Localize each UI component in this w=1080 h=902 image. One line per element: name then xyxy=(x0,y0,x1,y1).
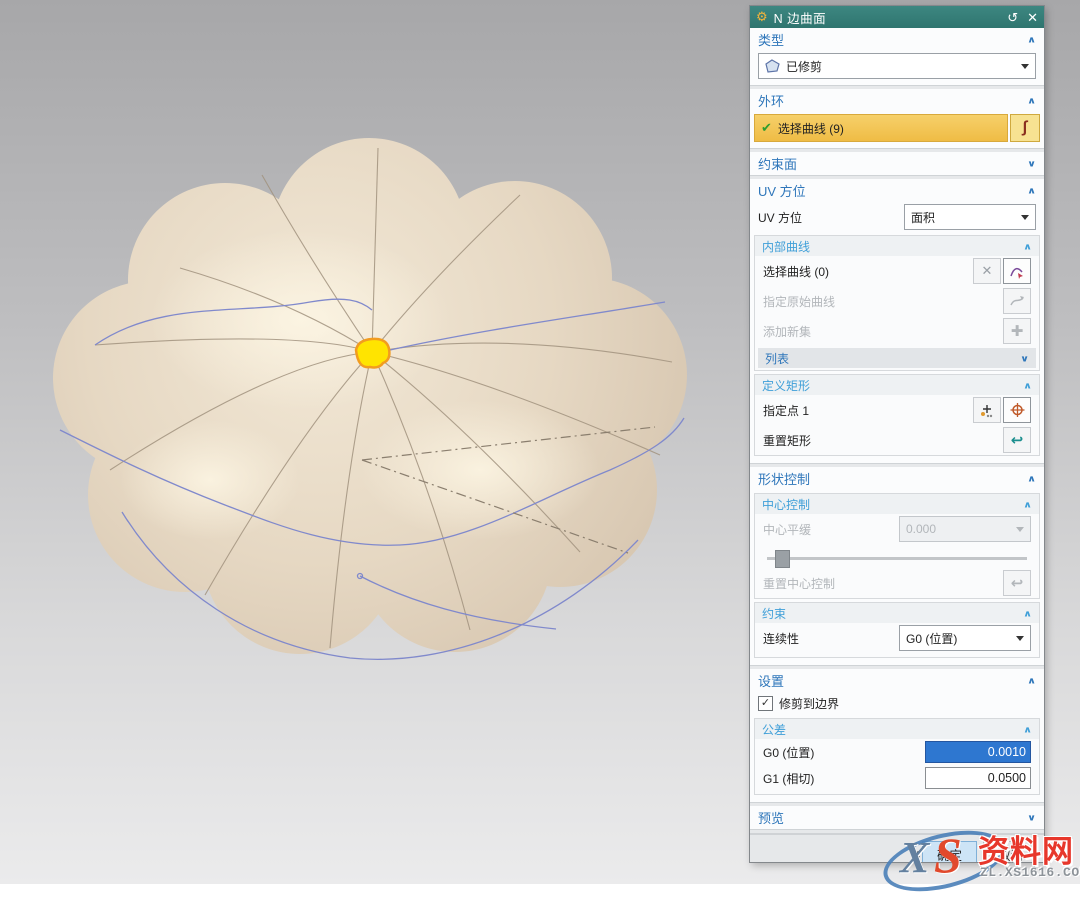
section-header-preview[interactable]: 预览 ∨ xyxy=(750,806,1044,829)
chevron-down-icon: ∨ xyxy=(1027,158,1036,168)
dropdown-arrow-icon xyxy=(1016,636,1024,641)
g0-tolerance-input[interactable]: 0.0010 xyxy=(925,741,1031,763)
section-header-shape-control[interactable]: 形状控制 ∧ xyxy=(750,467,1044,490)
group-header-center-control[interactable]: 中心控制 ∧ xyxy=(755,494,1039,514)
chevron-up-icon: ∧ xyxy=(1027,473,1036,483)
specify-original-curve-label: 指定原始曲线 xyxy=(763,293,835,310)
reset-dialog-icon[interactable]: ↺ xyxy=(1007,11,1018,24)
ok-button[interactable]: 确定 xyxy=(922,841,977,862)
slider-track[interactable] xyxy=(767,557,1027,560)
center-flat-dropdown[interactable]: 0.000 xyxy=(899,516,1031,542)
type-dropdown[interactable]: 已修剪 xyxy=(758,53,1036,79)
group-header-constraint[interactable]: 约束 ∧ xyxy=(755,603,1039,623)
trim-to-boundary-label: 修剪到边界 xyxy=(779,695,839,712)
center-flat-slider[interactable] xyxy=(767,550,1027,566)
dialog-footer: < 确定 取消 xyxy=(750,839,1044,862)
green-check-icon: ✔ xyxy=(761,120,772,136)
g1-tolerance-input[interactable]: 0.0500 xyxy=(925,767,1031,789)
chevron-up-icon: ∧ xyxy=(1023,499,1032,509)
chevron-up-icon: ∧ xyxy=(1027,34,1036,44)
section-header-type[interactable]: 类型 ∧ xyxy=(750,28,1044,51)
original-curve-button[interactable] xyxy=(1003,288,1031,314)
group-tolerance: 公差 ∧ G0 (位置) 0.0010 G1 (相切) 0.0500 xyxy=(754,718,1040,795)
section-preview: 预览 ∨ xyxy=(750,806,1044,830)
group-constraint: 约束 ∧ 连续性 G0 (位置) xyxy=(754,602,1040,658)
section-header-outer-loop[interactable]: 外环 ∧ xyxy=(750,89,1044,112)
point-constructor-button[interactable] xyxy=(973,397,1001,423)
crossed-arrows-icon: ✕ xyxy=(982,263,993,279)
section-header-uv[interactable]: UV 方位 ∧ xyxy=(750,179,1044,202)
dropdown-arrow-icon xyxy=(1021,215,1029,220)
dialog-title: N 边曲面 xyxy=(774,8,999,27)
point-dialog-button[interactable] xyxy=(1003,397,1031,423)
group-center-control: 中心控制 ∧ 中心平缓 0.000 重置中心控制 xyxy=(754,493,1040,599)
swap-direction-button[interactable]: ✕ xyxy=(973,258,1001,284)
continuity-dropdown[interactable]: G0 (位置) xyxy=(899,625,1031,651)
group-header-tolerance[interactable]: 公差 ∧ xyxy=(755,719,1039,739)
chevron-up-icon: ∧ xyxy=(1027,675,1036,685)
curve-rule-button[interactable]: ∫ xyxy=(1010,114,1040,142)
apex-point xyxy=(356,339,389,368)
dialog-resize-grip[interactable] xyxy=(750,833,1044,835)
curve-arrow-icon xyxy=(1009,294,1025,308)
reset-rectangle-label: 重置矩形 xyxy=(763,432,811,449)
section-header-settings[interactable]: 设置 ∧ xyxy=(750,669,1044,692)
close-dialog-icon[interactable]: ✕ xyxy=(1027,11,1038,24)
continuity-label: 连续性 xyxy=(763,630,799,647)
ok-prefix-marker: < xyxy=(913,847,920,861)
g1-tangent-label: G1 (相切) xyxy=(763,770,814,787)
list-expander[interactable]: 列表 ∨ xyxy=(758,348,1036,368)
section-settings: 设置 ∧ ✓ 修剪到边界 公差 ∧ G0 (位置) 0.0010 G1 (相切) xyxy=(750,669,1044,803)
section-outer-loop: 外环 ∧ ✔ 选择曲线 (9) ∫ xyxy=(750,89,1044,149)
group-header-interior-curves[interactable]: 内部曲线 ∧ xyxy=(755,236,1039,256)
chevron-up-icon: ∧ xyxy=(1027,95,1036,105)
specify-point-label: 指定点 1 xyxy=(763,402,809,419)
reset-center-control-button[interactable]: ↩ xyxy=(1003,570,1031,596)
section-uv: UV 方位 ∧ UV 方位 面积 内部曲线 ∧ 选择曲线 (0) xyxy=(750,179,1044,464)
curve-cursor-icon xyxy=(1009,264,1025,279)
add-new-set-label: 添加新集 xyxy=(763,323,811,340)
select-interior-curve-label: 选择曲线 (0) xyxy=(763,263,829,280)
chevron-down-icon: ∨ xyxy=(1027,812,1036,822)
uv-orientation-dropdown[interactable]: 面积 xyxy=(904,204,1036,230)
add-set-icon: ✚ xyxy=(1011,322,1024,340)
chevron-down-icon: ∨ xyxy=(1020,353,1029,363)
section-header-constraint-faces[interactable]: 约束面 ∨ xyxy=(750,152,1044,175)
return-arrow-icon: ↩ xyxy=(1011,431,1024,449)
return-arrow-icon: ↩ xyxy=(1011,574,1024,592)
slider-handle[interactable] xyxy=(775,550,790,568)
dialog-titlebar[interactable]: ⚙ N 边曲面 ↺ ✕ xyxy=(750,6,1044,28)
chevron-up-icon: ∧ xyxy=(1027,185,1036,195)
reset-center-control-label: 重置中心控制 xyxy=(763,575,835,592)
dropdown-arrow-icon xyxy=(1021,64,1029,69)
chevron-up-icon: ∧ xyxy=(1023,241,1032,251)
chevron-up-icon: ∧ xyxy=(1023,724,1032,734)
uv-orientation-label: UV 方位 xyxy=(758,209,802,226)
group-header-define-rectangle[interactable]: 定义矩形 ∧ xyxy=(755,375,1039,395)
chevron-up-icon: ∧ xyxy=(1023,380,1032,390)
reset-rectangle-button[interactable]: ↩ xyxy=(1003,427,1031,453)
gear-icon: ⚙ xyxy=(756,9,768,25)
section-type: 类型 ∧ 已修剪 xyxy=(750,28,1044,86)
center-flat-label: 中心平缓 xyxy=(763,521,811,538)
group-interior-curves: 内部曲线 ∧ 选择曲线 (0) ✕ xyxy=(754,235,1040,371)
trim-to-boundary-checkbox[interactable]: ✓ xyxy=(758,696,773,711)
n-sided-surface-dialog: ⚙ N 边曲面 ↺ ✕ 类型 ∧ 已修剪 外环 ∧ xyxy=(750,6,1044,862)
dropdown-arrow-icon xyxy=(1016,527,1024,532)
add-new-set-button[interactable]: ✚ xyxy=(1003,318,1031,344)
point-constructor-icon xyxy=(979,403,995,418)
chevron-up-icon: ∧ xyxy=(1023,608,1032,618)
section-constraint-faces: 约束面 ∨ xyxy=(750,152,1044,176)
select-curve-active-row[interactable]: ✔ 选择曲线 (9) xyxy=(754,114,1008,142)
trimmed-surface-icon xyxy=(765,59,780,73)
g0-position-label: G0 (位置) xyxy=(763,744,814,761)
group-define-rectangle: 定义矩形 ∧ 指定点 1 xyxy=(754,374,1040,456)
crosshair-target-icon xyxy=(1009,402,1026,418)
section-shape-control: 形状控制 ∧ 中心控制 ∧ 中心平缓 0.000 xyxy=(750,467,1044,666)
cancel-button[interactable]: 取消 xyxy=(983,841,1038,862)
curve-select-button[interactable] xyxy=(1003,258,1031,284)
